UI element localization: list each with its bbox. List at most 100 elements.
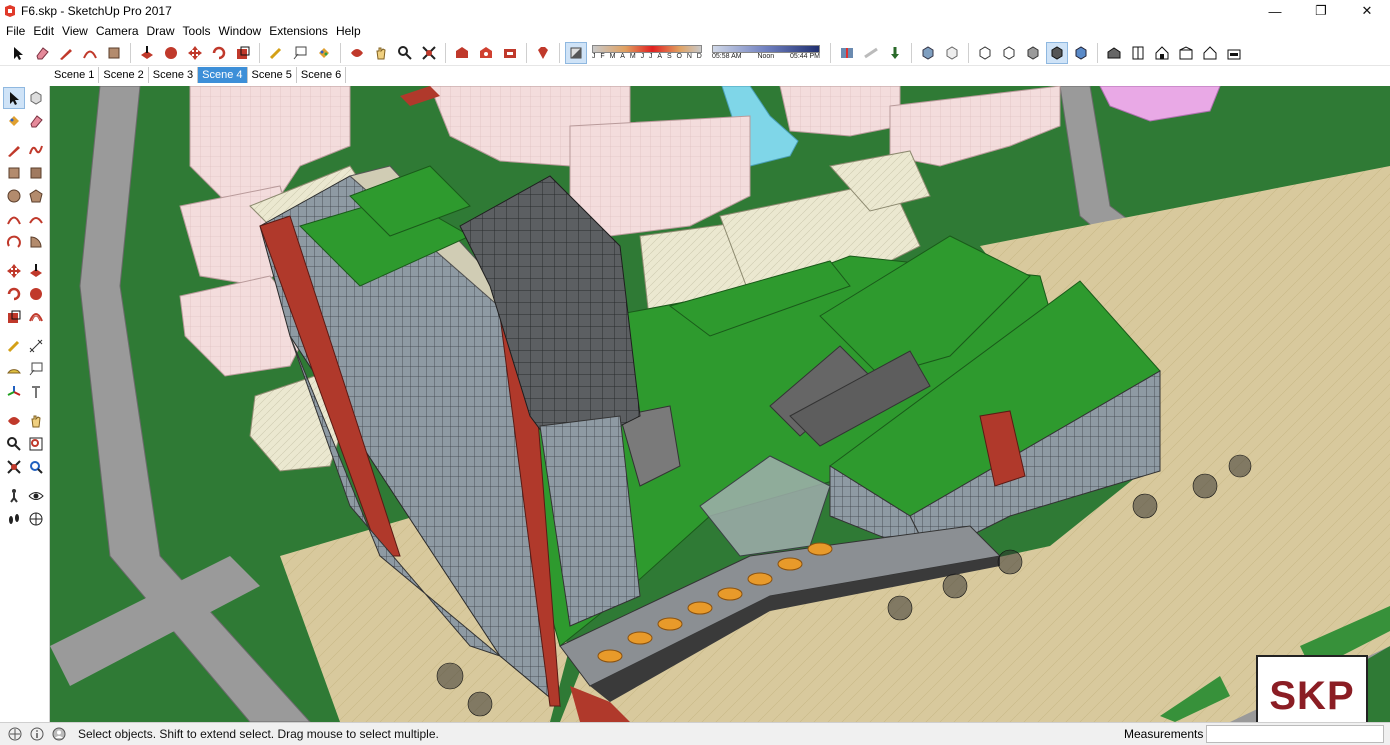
menu-draw[interactable]: Draw — [143, 22, 179, 40]
select-tool-button[interactable] — [7, 42, 29, 64]
shape-tool-button[interactable] — [103, 42, 125, 64]
follow-me-button[interactable] — [160, 42, 182, 64]
model-viewport[interactable] — [50, 86, 1390, 722]
line-tool-button[interactable] — [55, 42, 77, 64]
arc-tool[interactable] — [3, 208, 25, 230]
select-tool[interactable] — [2, 86, 25, 109]
move-tool-button[interactable] — [184, 42, 206, 64]
section-plane-tool[interactable] — [25, 508, 47, 530]
menu-view[interactable]: View — [58, 22, 92, 40]
zoom-button[interactable] — [394, 42, 416, 64]
fog-button[interactable] — [860, 42, 882, 64]
arc-tool-button[interactable] — [79, 42, 101, 64]
text-tool-button[interactable] — [289, 42, 311, 64]
front-view-button[interactable] — [1151, 42, 1173, 64]
shadow-time-slider[interactable]: 05:58 AM Noon 05:44 PM — [712, 45, 820, 60]
scene-tab-1[interactable]: Scene 1 — [50, 67, 100, 83]
dimension-tool[interactable] — [25, 335, 47, 357]
circle-tool[interactable] — [3, 185, 25, 207]
scene-tab-3[interactable]: Scene 3 — [149, 67, 199, 83]
3d-text-tool[interactable] — [25, 381, 47, 403]
text-tool[interactable] — [25, 358, 47, 380]
rectangle-tool[interactable] — [3, 162, 25, 184]
scene-tab-6[interactable]: Scene 6 — [297, 67, 347, 83]
menu-tools[interactable]: Tools — [179, 22, 215, 40]
user-account-icon[interactable] — [52, 727, 66, 741]
monochrome-button[interactable] — [1070, 42, 1092, 64]
protractor-tool[interactable] — [3, 358, 25, 380]
top-view-button[interactable] — [1127, 42, 1149, 64]
restore-button[interactable]: ❐ — [1298, 0, 1344, 22]
scale-tool[interactable] — [3, 306, 25, 328]
shaded-button[interactable] — [1022, 42, 1044, 64]
polygon-tool[interactable] — [25, 185, 47, 207]
offset-tool[interactable] — [25, 306, 47, 328]
rotated-rectangle-tool[interactable] — [25, 162, 47, 184]
wireframe-button[interactable] — [974, 42, 996, 64]
scale-tool-button[interactable] — [232, 42, 254, 64]
shadow-month-slider[interactable]: J F M A M J J A S O N D — [592, 45, 702, 60]
move-tool[interactable] — [3, 260, 25, 282]
zoom-extents-tool[interactable] — [3, 456, 25, 478]
paint-bucket-button[interactable] — [313, 42, 335, 64]
minimize-button[interactable]: — — [1252, 0, 1298, 22]
section-plane-button[interactable] — [836, 42, 858, 64]
walk-tool[interactable] — [3, 508, 25, 530]
hidden-line-button[interactable] — [998, 42, 1020, 64]
eraser-tool-button[interactable] — [31, 42, 53, 64]
menu-extensions[interactable]: Extensions — [265, 22, 332, 40]
orbit-tool[interactable] — [3, 410, 25, 432]
three-point-arc-tool[interactable] — [3, 231, 25, 253]
scene-tab-2[interactable]: Scene 2 — [99, 67, 149, 83]
pan-tool[interactable] — [25, 410, 47, 432]
xray-style-button[interactable] — [917, 42, 939, 64]
extension-warehouse-button[interactable] — [499, 42, 521, 64]
zoom-extents-button[interactable] — [418, 42, 440, 64]
shadows-toggle-button[interactable] — [565, 41, 587, 64]
follow-me-tool[interactable] — [25, 283, 47, 305]
position-camera-tool[interactable] — [3, 485, 25, 507]
make-component-tool[interactable] — [25, 87, 47, 109]
push-pull-button[interactable] — [136, 42, 158, 64]
menu-edit[interactable]: Edit — [29, 22, 58, 40]
pan-button[interactable] — [370, 42, 392, 64]
left-view-button[interactable] — [1223, 42, 1245, 64]
shaded-textures-button[interactable] — [1046, 41, 1068, 64]
tape-measure-button[interactable] — [265, 42, 287, 64]
menu-help[interactable]: Help — [332, 22, 365, 40]
orbit-button[interactable] — [346, 42, 368, 64]
right-view-button[interactable] — [1175, 42, 1197, 64]
previous-view-tool[interactable] — [25, 456, 47, 478]
back-view-button[interactable] — [1199, 42, 1221, 64]
menu-camera[interactable]: Camera — [92, 22, 143, 40]
iso-view-button[interactable] — [1103, 42, 1125, 64]
info-icon[interactable] — [30, 727, 44, 741]
push-pull-tool[interactable] — [25, 260, 47, 282]
scene-tab-5[interactable]: Scene 5 — [248, 67, 297, 83]
back-edges-button[interactable] — [941, 42, 963, 64]
tape-measure-tool[interactable] — [3, 335, 25, 357]
axes-tool[interactable] — [3, 381, 25, 403]
zoom-tool[interactable] — [3, 433, 25, 455]
menu-window[interactable]: Window — [215, 22, 266, 40]
rotate-tool-button[interactable] — [208, 42, 230, 64]
add-location-button[interactable] — [884, 42, 906, 64]
share-model-button[interactable] — [475, 42, 497, 64]
month-slider-track[interactable] — [592, 45, 702, 53]
time-slider-track[interactable] — [712, 45, 820, 53]
freehand-tool[interactable] — [25, 139, 47, 161]
look-around-tool[interactable] — [25, 485, 47, 507]
measurements-input[interactable] — [1206, 725, 1384, 743]
scene-tab-4[interactable]: Scene 4 — [198, 67, 248, 83]
ruby-console-button[interactable] — [532, 42, 554, 64]
paint-bucket-tool[interactable] — [3, 110, 25, 132]
close-button[interactable]: ✕ — [1344, 0, 1390, 22]
3d-warehouse-button[interactable] — [451, 42, 473, 64]
pie-tool[interactable] — [25, 231, 47, 253]
two-point-arc-tool[interactable] — [25, 208, 47, 230]
zoom-window-tool[interactable] — [25, 433, 47, 455]
rotate-tool[interactable] — [3, 283, 25, 305]
eraser-tool[interactable] — [25, 110, 47, 132]
line-tool[interactable] — [3, 139, 25, 161]
geolocation-icon[interactable] — [8, 727, 22, 741]
